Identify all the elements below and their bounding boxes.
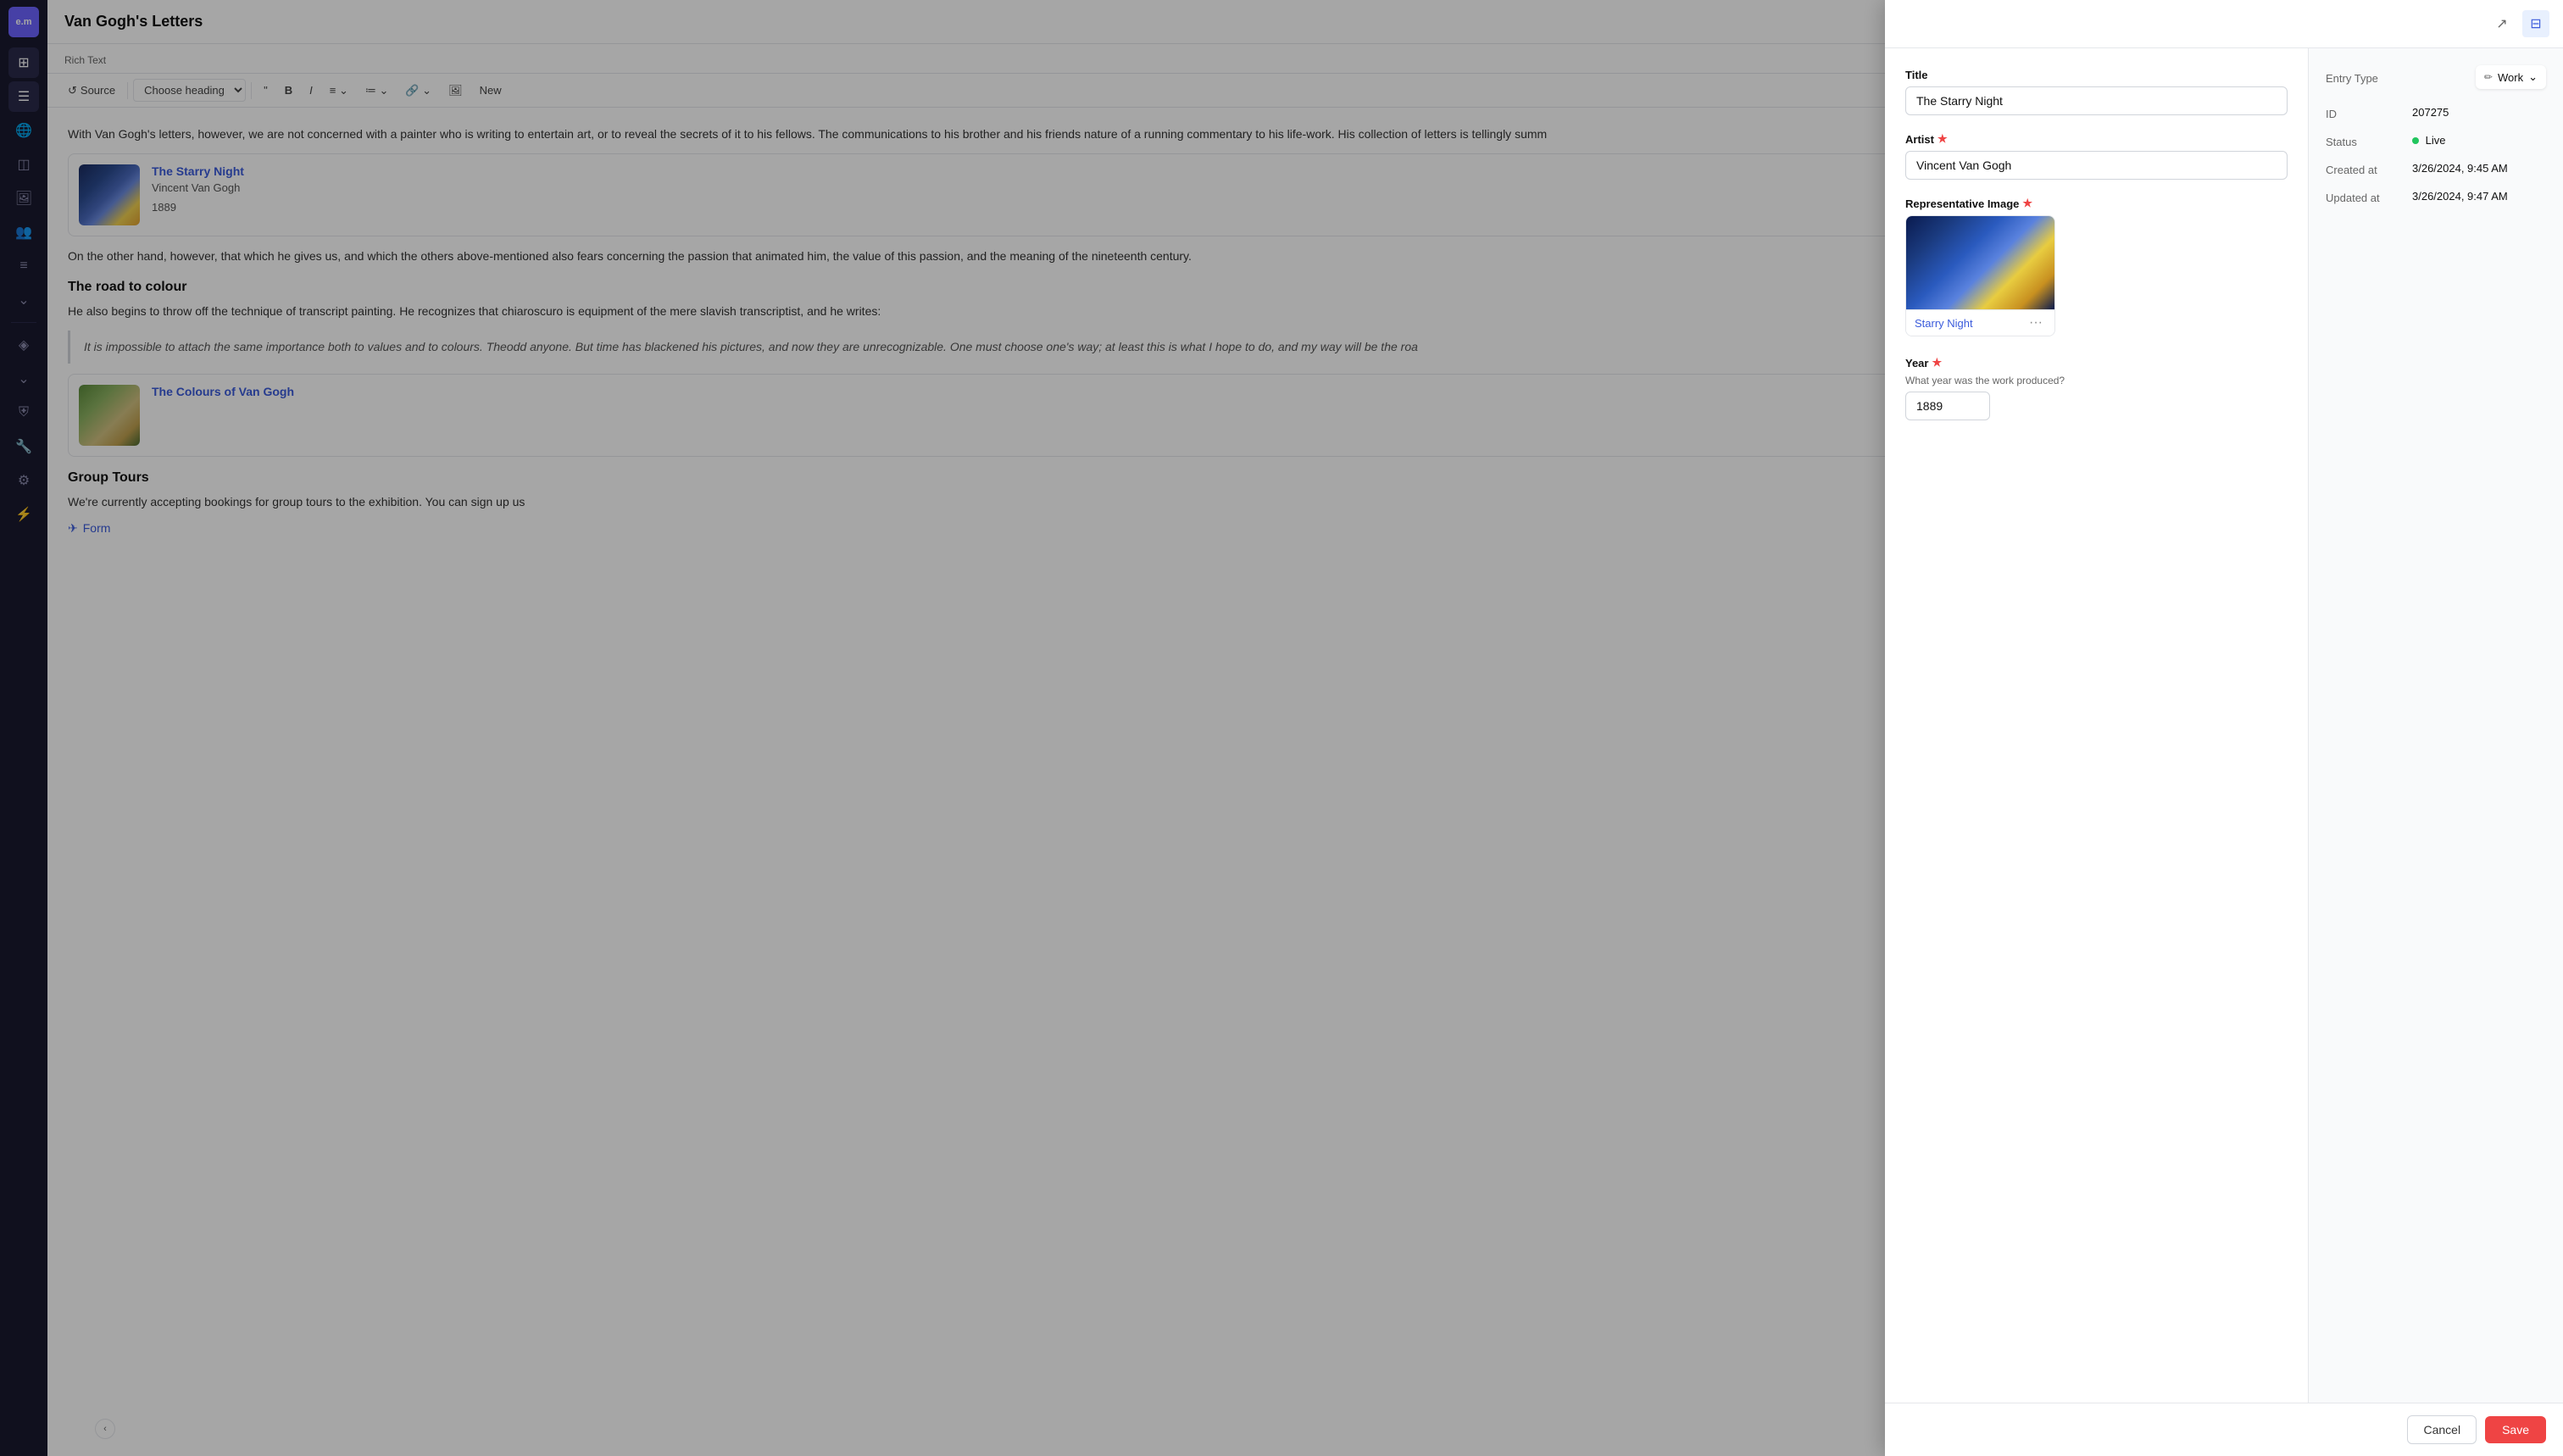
artist-required-star: ★: [1938, 132, 1948, 146]
pencil-icon: ✏: [2484, 71, 2493, 83]
created-row: Created at 3/26/2024, 9:45 AM: [2326, 162, 2546, 176]
id-row: ID 207275: [2326, 106, 2546, 120]
entry-type-value: Work: [2498, 71, 2523, 84]
artist-label: Artist ★: [1905, 132, 2288, 146]
image-label: Representative Image ★: [1905, 197, 2288, 210]
modal-meta: Entry Type ✏ Work ⌄ ID 207275 Status Liv…: [2309, 48, 2563, 1403]
title-field-group: Title: [1905, 69, 2288, 115]
updated-value: 3/26/2024, 9:47 AM: [2412, 190, 2546, 203]
year-hint: What year was the work produced?: [1905, 375, 2288, 386]
entry-type-label: Entry Type: [2326, 70, 2402, 85]
image-preview-container: Starry Night ···: [1905, 215, 2055, 336]
image-more-button[interactable]: ···: [2026, 315, 2046, 331]
image-filename-link[interactable]: Starry Night: [1915, 317, 1973, 330]
updated-row: Updated at 3/26/2024, 9:47 AM: [2326, 190, 2546, 204]
image-field-group: Representative Image ★ Starry Night ···: [1905, 197, 2288, 339]
status-label: Status: [2326, 134, 2402, 148]
chevron-down-icon: ⌄: [2528, 70, 2538, 84]
cancel-button[interactable]: Cancel: [2407, 1415, 2477, 1444]
updated-label: Updated at: [2326, 190, 2402, 204]
status-row: Status Live: [2326, 134, 2546, 148]
status-dot: [2412, 137, 2419, 144]
image-filename-row: Starry Night ···: [1906, 309, 2054, 336]
modal-form: Title Artist ★ Representative Image ★: [1885, 48, 2309, 1403]
modal-footer: Cancel Save: [1885, 1403, 2563, 1456]
modal: ↗ ⊟ Title Artist ★ Representative: [1885, 0, 2563, 1456]
year-required-star: ★: [1932, 356, 1942, 370]
title-label: Title: [1905, 69, 2288, 81]
created-value: 3/26/2024, 9:45 AM: [2412, 162, 2546, 175]
year-input[interactable]: [1905, 392, 1990, 420]
created-label: Created at: [2326, 162, 2402, 176]
save-button[interactable]: Save: [2485, 1416, 2546, 1443]
image-required-star: ★: [2022, 197, 2032, 210]
modal-body: Title Artist ★ Representative Image ★: [1885, 48, 2563, 1403]
id-value: 207275: [2412, 106, 2546, 119]
panel-toggle-button[interactable]: ⊟: [2522, 10, 2549, 37]
artist-field-group: Artist ★: [1905, 132, 2288, 180]
modal-header: ↗ ⊟: [1885, 0, 2563, 48]
entry-type-row: Entry Type ✏ Work ⌄: [2326, 65, 2546, 89]
entry-type-select[interactable]: ✏ Work ⌄: [2476, 65, 2546, 89]
id-label: ID: [2326, 106, 2402, 120]
external-link-button[interactable]: ↗: [2488, 10, 2516, 37]
artist-input[interactable]: [1905, 151, 2288, 180]
status-value: Live: [2412, 134, 2546, 147]
title-input[interactable]: [1905, 86, 2288, 115]
year-field-group: Year ★ What year was the work produced?: [1905, 356, 2288, 420]
image-preview: [1906, 216, 2054, 309]
year-label: Year ★: [1905, 356, 2288, 370]
